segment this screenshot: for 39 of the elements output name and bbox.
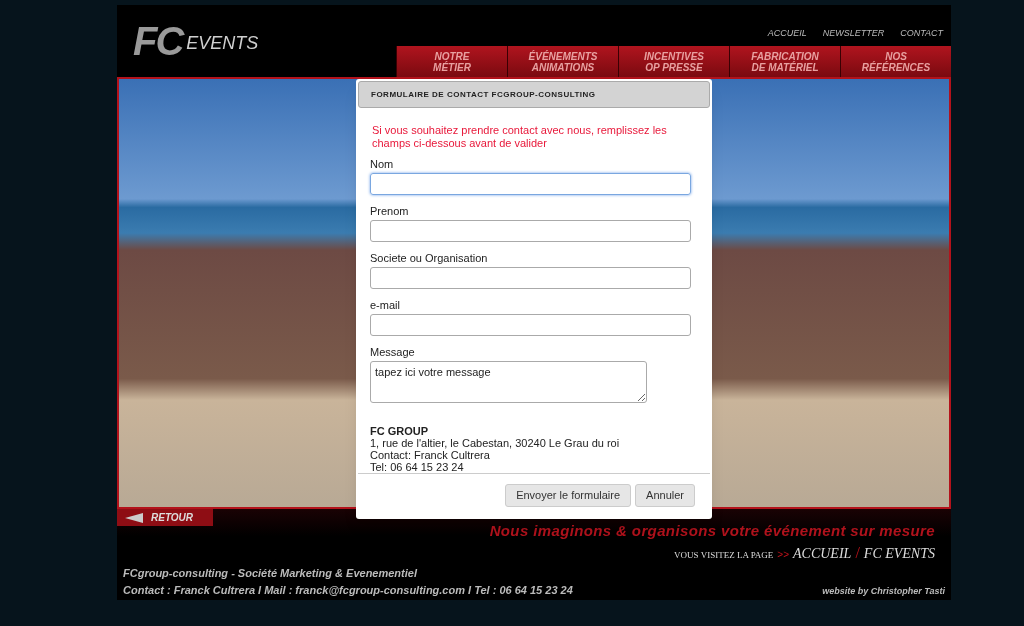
breadcrumb-link[interactable]: FC EVENTS: [863, 543, 935, 564]
slogan: Nous imaginons & organisons votre événement sur mesure: [489, 522, 935, 539]
field-label: Nom: [370, 158, 395, 171]
text-field[interactable]: [370, 267, 691, 289]
field-label: Societe ou Organisation: [370, 252, 489, 265]
breadcrumb-link[interactable]: ACCUEIL: [793, 543, 852, 564]
top-nav-link[interactable]: CONTACT: [900, 27, 943, 41]
top-nav-link[interactable]: NEWSLETTER: [822, 27, 885, 41]
field-label: Message: [370, 346, 416, 359]
nav-tab[interactable]: NOTRE MÉTIER: [396, 46, 507, 77]
nav-tab[interactable]: NOS RÉFÉRENCES: [840, 46, 951, 77]
nav-tab[interactable]: FABRICATION DE MATÉRIEL: [729, 46, 840, 77]
text-field[interactable]: [370, 220, 691, 242]
field-label: e-mail: [370, 299, 401, 312]
address-line: 1, rue de l'altier, le Cabestan, 30240 Le Grau du roi: [370, 437, 621, 449]
back-link[interactable]: RETOUR: [117, 509, 214, 526]
breadcrumb-separator: /: [855, 543, 860, 563]
dialog-button[interactable]: Annuler: [635, 484, 695, 507]
top-nav-link[interactable]: ACCUEIL: [767, 27, 807, 41]
address-line: Tel: 06 64 15 23 24: [370, 461, 465, 473]
company-name: FC GROUP: [370, 425, 430, 437]
left-arrow-icon: [125, 512, 143, 523]
logo-mark: FC: [133, 21, 183, 61]
logo-text: EVENTS: [186, 32, 259, 55]
visit-label: VOUS VISITEZ LA PAGE: [674, 549, 774, 562]
message-field[interactable]: tapez ici votre message: [370, 361, 647, 403]
dialog-title: FORMULAIRE DE CONTACT FCGROUP-CONSULTING: [358, 81, 710, 108]
contact-line: Contact : Franck Cultrera I Mail : franck@fcgroup-consulting.com I Tel : 06 64 15 23 24: [123, 582, 573, 598]
text-field[interactable]: [370, 314, 691, 336]
dialog-button[interactable]: Envoyer le formulaire: [505, 484, 632, 507]
text-field[interactable]: [370, 173, 691, 195]
address-line: Contact: Franck Cultrera: [370, 449, 491, 461]
intro-text: Si vous souhaitez prendre contact avec nous, remplissez les champs ci-dessous avant de valider: [371, 124, 668, 150]
visit-arrows: >>: [777, 548, 790, 562]
credit-text: website by Christopher Tasti: [822, 584, 945, 598]
nav-tab[interactable]: ÉVÉNEMENTS ANIMATIONS: [507, 46, 618, 77]
field-label: Prenom: [370, 205, 410, 218]
company-line: FCgroup-consulting - Société Marketing & Evenementiel: [123, 566, 419, 581]
nav-tab[interactable]: INCENTIVES OP PRESSE: [618, 46, 729, 77]
